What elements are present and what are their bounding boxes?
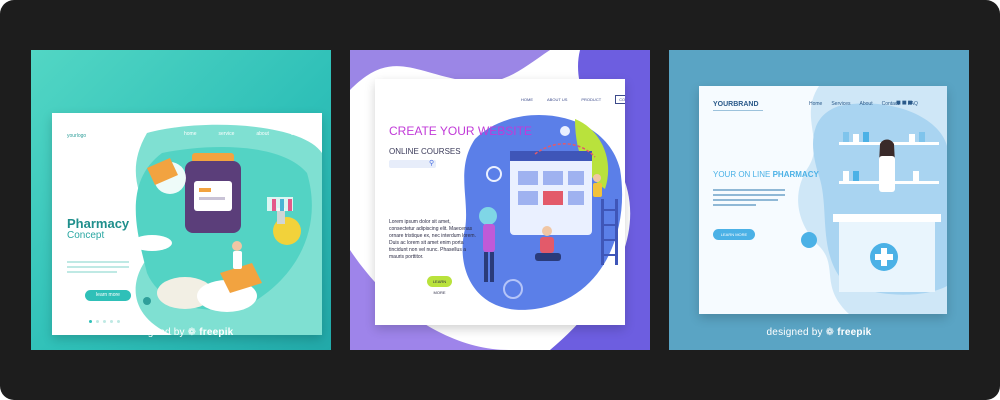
gallery-frame: yourlogo home service about contact Pharmac…: [0, 0, 1000, 400]
learn-more-button[interactable]: LEARN MORE: [427, 276, 452, 295]
online-pharmacy-card[interactable]: YOURBRAND Home Services About Contact FAQ ■■…: [669, 50, 969, 350]
body-text-lines: [713, 189, 785, 206]
brand-logo: YOURBRAND: [713, 101, 759, 108]
carousel-dots[interactable]: [89, 310, 120, 328]
social-icons[interactable]: ■■■: [896, 98, 914, 107]
nav-about[interactable]: about: [256, 131, 269, 137]
learn-more-button[interactable]: learn more: [85, 290, 131, 301]
page-title: YOUR ON LINE PHARMACY: [713, 170, 819, 179]
brand-tagline-line: [713, 110, 763, 111]
nav-home[interactable]: home: [184, 131, 197, 137]
landing-page-mockup: yourlogo home service about contact Pharmac…: [52, 113, 322, 335]
nav-contact[interactable]: contact: [291, 131, 307, 137]
nav-about[interactable]: About: [860, 101, 873, 107]
landing-page-mockup: YOURBRAND Home Services About Contact FAQ ■■…: [699, 86, 947, 314]
freepik-credit: designed by ❁ freepik: [128, 327, 234, 338]
page-title: Pharmacy: [67, 216, 130, 231]
freepik-logo-icon: ❁: [825, 327, 835, 338]
top-nav: HOME ABOUT US PRODUCT CONTACT: [521, 95, 625, 104]
nav-home[interactable]: HOME: [521, 97, 533, 102]
online-courses-illustration: [462, 115, 623, 310]
page-subtitle: Concept: [67, 230, 105, 241]
top-nav: home service about contact: [184, 131, 322, 137]
freepik-logo-icon: ❁: [187, 327, 197, 338]
search-icon[interactable]: ⚲: [429, 159, 434, 167]
nav-contact[interactable]: CONTACT: [615, 95, 625, 104]
nav-services[interactable]: Services: [831, 101, 850, 107]
logo-text: yourlogo: [67, 133, 87, 139]
freepik-credit: designed by ❁ freepik: [766, 327, 872, 338]
landing-page-mockup: HOME ABOUT US PRODUCT CONTACT CREATE YOUR W…: [375, 79, 625, 325]
body-text-lines: [67, 261, 129, 275]
body-text: Lorem ipsum dolor sit amet, consectetur …: [389, 219, 476, 260]
nav-home[interactable]: Home: [809, 101, 822, 107]
learn-more-button[interactable]: LEARN MORE: [713, 229, 755, 240]
nav-about-us[interactable]: ABOUT US: [547, 97, 567, 102]
page-title: CREATE YOUR WEBSITE: [389, 124, 532, 138]
nav-service[interactable]: service: [219, 131, 235, 137]
page-subtitle: ONLINE COURSES: [389, 147, 461, 156]
pharmacy-concept-card[interactable]: yourlogo home service about contact Pharmac…: [31, 50, 331, 350]
nav-product[interactable]: PRODUCT: [581, 97, 601, 102]
create-website-card[interactable]: HOME ABOUT US PRODUCT CONTACT CREATE YOUR W…: [350, 50, 650, 350]
